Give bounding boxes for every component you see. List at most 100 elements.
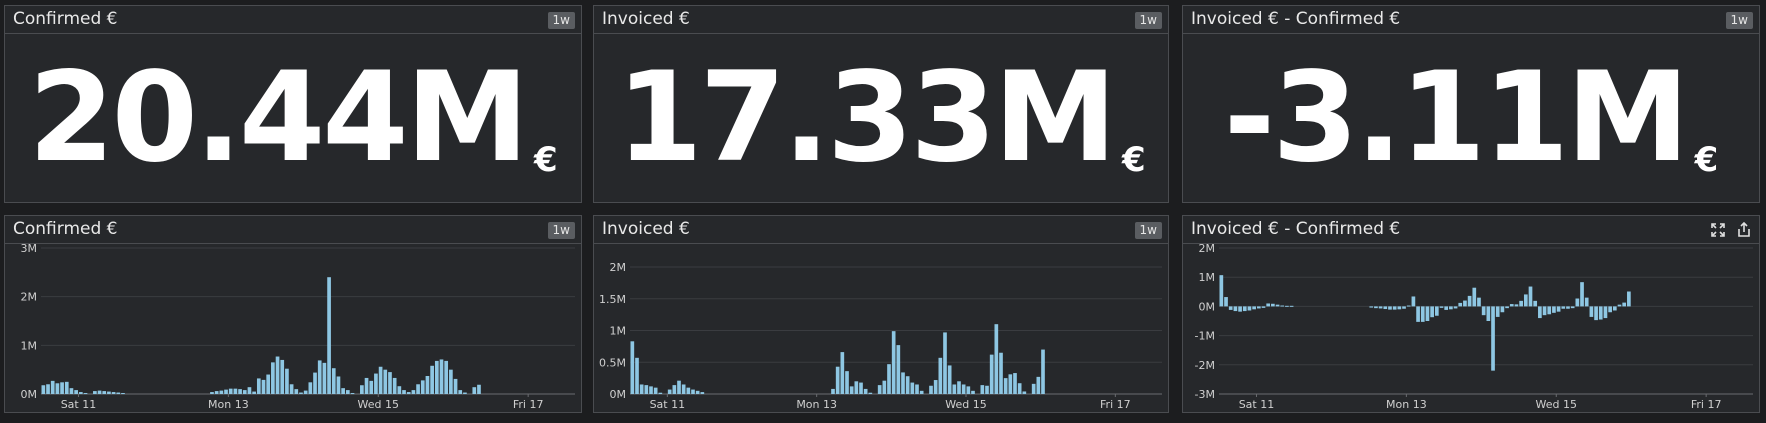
bar[interactable] [425, 375, 430, 394]
bar[interactable] [289, 384, 294, 394]
bar[interactable] [835, 366, 840, 394]
bar[interactable] [252, 391, 256, 394]
bar[interactable] [1247, 306, 1252, 311]
bar[interactable] [859, 382, 863, 394]
bar[interactable] [364, 377, 369, 394]
bar[interactable] [1036, 376, 1041, 394]
bar[interactable] [905, 376, 910, 394]
bar[interactable] [933, 380, 938, 394]
bar[interactable] [1528, 286, 1533, 307]
bar[interactable] [1411, 296, 1416, 307]
bar[interactable] [1285, 305, 1289, 307]
bar[interactable] [863, 388, 868, 394]
bar[interactable] [224, 389, 228, 394]
bar[interactable] [121, 393, 125, 395]
bar[interactable] [1406, 305, 1411, 307]
bar-chart[interactable]: 0M 0.5M 1M 1.5M 2M Sat 11 Mon 13 Wed 15 Fri 17 [594, 244, 1168, 412]
bar[interactable] [402, 390, 406, 394]
timeseries-widget-difference[interactable]: Invoiced € - Confirmed € -3M -2M -1M 0M 1M 2M… [1182, 215, 1760, 413]
bar[interactable] [966, 386, 971, 394]
bar[interactable] [313, 372, 317, 394]
bar[interactable] [1374, 306, 1378, 309]
expand-icon[interactable] [1709, 221, 1727, 239]
bar[interactable] [681, 384, 686, 394]
bar[interactable] [369, 380, 374, 394]
bar[interactable] [1570, 306, 1575, 309]
bar[interactable] [285, 368, 289, 394]
bar[interactable] [308, 382, 313, 394]
bar[interactable] [1252, 306, 1256, 310]
bar[interactable] [1486, 306, 1491, 321]
bar[interactable] [1017, 383, 1022, 394]
bar[interactable] [1519, 300, 1523, 307]
timeframe-badge[interactable]: 1w [1134, 12, 1162, 29]
timeframe-badge[interactable]: 1w [547, 12, 575, 29]
bar[interactable] [55, 383, 60, 394]
bar[interactable] [1238, 306, 1242, 312]
export-icon[interactable] [1735, 221, 1753, 239]
bar[interactable] [93, 391, 97, 394]
bar[interactable] [420, 380, 425, 394]
bar[interactable] [952, 384, 957, 394]
bar[interactable] [630, 341, 635, 394]
bar[interactable] [1388, 306, 1392, 310]
bar[interactable] [411, 390, 416, 394]
bar[interactable] [887, 364, 891, 394]
bar[interactable] [1556, 306, 1561, 312]
bar[interactable] [653, 387, 658, 394]
bar[interactable] [1566, 306, 1570, 309]
bar[interactable] [1523, 294, 1528, 307]
bar[interactable] [1552, 306, 1556, 313]
bar[interactable] [1472, 287, 1477, 307]
bar[interactable] [1430, 306, 1434, 318]
bar[interactable] [397, 386, 402, 394]
bar[interactable] [1280, 305, 1285, 307]
bar[interactable] [392, 377, 397, 394]
bar[interactable] [111, 392, 116, 394]
bar[interactable] [303, 390, 308, 394]
bar[interactable] [845, 371, 849, 394]
bar[interactable] [1022, 391, 1027, 394]
query-widget-confirmed[interactable]: Confirmed € 1w 20.44M € [4, 5, 582, 203]
bar[interactable] [294, 389, 299, 394]
bar[interactable] [1425, 306, 1430, 321]
bar[interactable] [971, 390, 975, 394]
bar[interactable] [477, 384, 481, 394]
bar[interactable] [1509, 304, 1514, 307]
bar[interactable] [957, 381, 961, 394]
bar[interactable] [383, 369, 388, 394]
bar[interactable] [1627, 291, 1631, 307]
bar[interactable] [1514, 304, 1519, 307]
bar[interactable] [1416, 306, 1420, 322]
bar[interactable] [1603, 306, 1608, 319]
bar[interactable] [256, 378, 261, 394]
bar[interactable] [1383, 306, 1388, 310]
bar[interactable] [1608, 306, 1612, 313]
bar[interactable] [891, 331, 896, 394]
bar[interactable] [691, 389, 695, 394]
bar[interactable] [74, 390, 78, 394]
bar[interactable] [1463, 300, 1467, 307]
bar[interactable] [882, 380, 887, 394]
bar[interactable] [261, 379, 266, 394]
bar[interactable] [1589, 306, 1594, 317]
bar[interactable] [672, 385, 677, 394]
bar-chart[interactable]: 0M 1M 2M 3M Sat 11 Mon 13 Wed 15 Fri 17 [5, 244, 581, 412]
bar[interactable] [1561, 306, 1566, 309]
bar[interactable] [238, 389, 242, 394]
bar[interactable] [78, 392, 83, 394]
bar[interactable] [1397, 306, 1402, 310]
bar[interactable] [1481, 306, 1486, 316]
bar[interactable] [322, 362, 327, 394]
bar[interactable] [985, 385, 989, 394]
bar[interactable] [83, 393, 88, 395]
bar[interactable] [1617, 304, 1622, 307]
bar[interactable] [453, 378, 458, 394]
bar[interactable] [1439, 306, 1444, 308]
bar[interactable] [947, 365, 952, 394]
query-widget-difference[interactable]: Invoiced € - Confirmed € 1w -3.11M € [1182, 5, 1760, 203]
bar[interactable] [1500, 306, 1505, 313]
bar[interactable] [1219, 275, 1224, 307]
bar[interactable] [107, 391, 111, 394]
bar[interactable] [1275, 304, 1280, 307]
